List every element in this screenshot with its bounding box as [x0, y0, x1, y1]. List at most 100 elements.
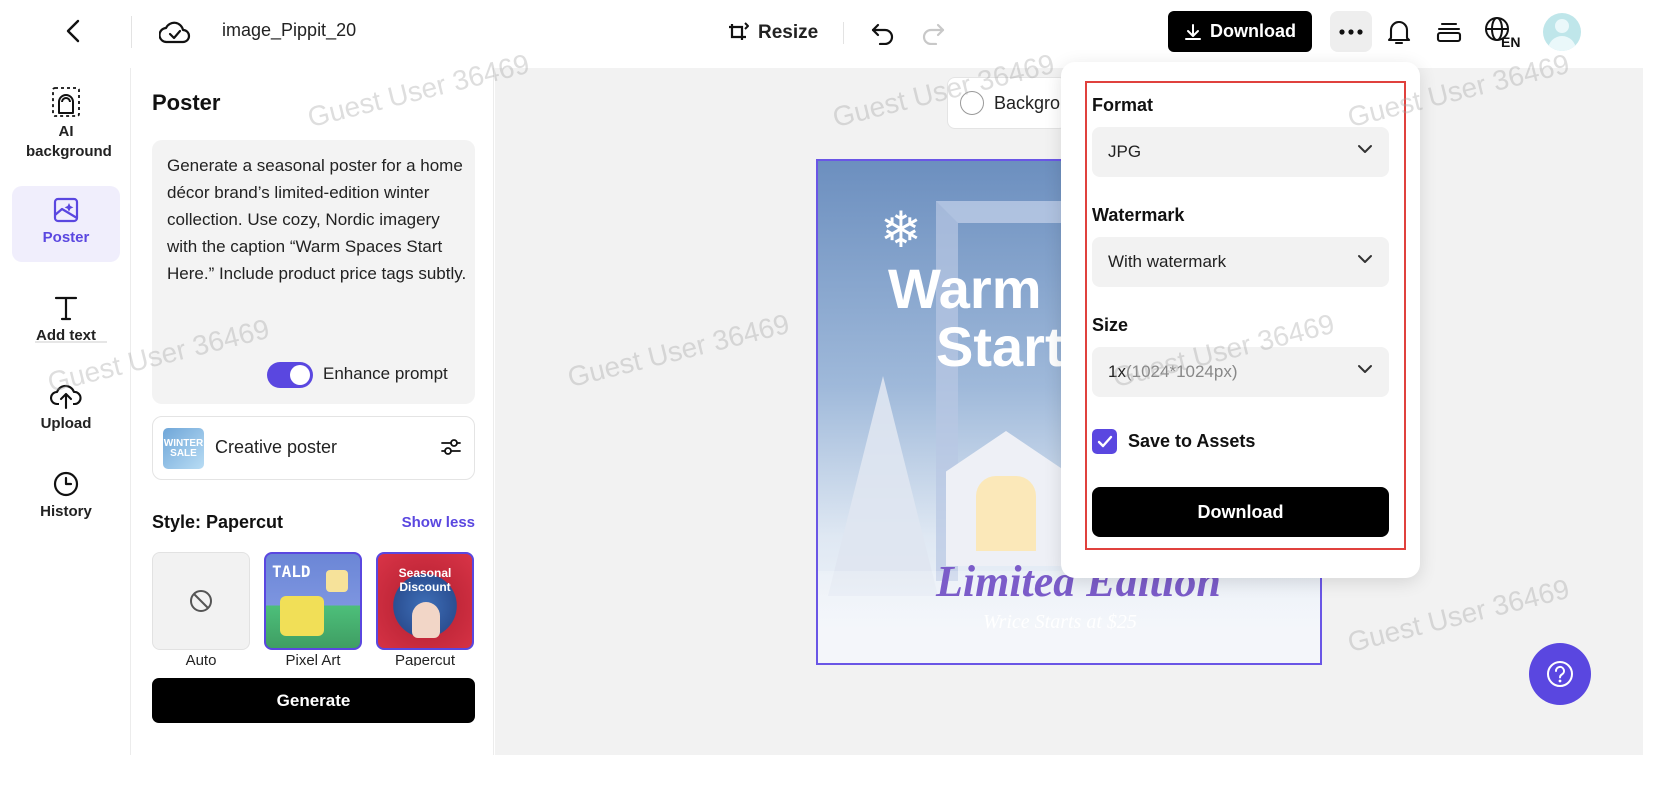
chevron-down-icon	[1358, 145, 1372, 153]
creative-poster-selector[interactable]: WINTER SALE Creative poster	[152, 416, 475, 480]
more-horizontal-icon	[1339, 28, 1363, 35]
layers-button[interactable]	[1432, 14, 1466, 50]
rail-item-upload[interactable]: Upload	[12, 382, 120, 446]
save-to-assets-checkbox[interactable]	[1092, 429, 1117, 454]
stack-icon	[1436, 22, 1462, 43]
poster-headline-2: Start	[936, 315, 1064, 378]
top-bar: image_Pippit_20 Resize Download EN	[0, 0, 1658, 68]
help-button[interactable]	[1529, 643, 1591, 705]
show-less-link[interactable]: Show less	[402, 514, 475, 531]
rail-label: History	[40, 503, 92, 520]
style-card-auto[interactable]: Auto	[152, 552, 250, 666]
question-icon	[1547, 661, 1573, 687]
ban-icon	[190, 590, 212, 612]
size-detail: (1024*1024px)	[1125, 362, 1238, 381]
size-label: Size	[1092, 315, 1129, 335]
thumb-text: Seasonal Discount	[398, 566, 452, 594]
text-icon	[54, 296, 78, 321]
redo-button[interactable]	[916, 16, 950, 50]
avatar-head	[1555, 19, 1569, 33]
download-popup: Format JPG Watermark With watermark Size…	[1061, 62, 1420, 578]
style-thumb	[152, 552, 250, 650]
language-button[interactable]: EN	[1482, 14, 1524, 50]
rail-item-add-text[interactable]: Add text	[12, 294, 120, 358]
left-tool-rail: AI background Poster Add text Upload His…	[0, 68, 131, 755]
sliders-icon[interactable]	[440, 437, 462, 457]
enhance-prompt-label: Enhance prompt	[323, 364, 448, 383]
format-label: Format	[1092, 95, 1154, 115]
file-title[interactable]: image_Pippit_20	[222, 20, 356, 41]
rail-item-poster[interactable]: Poster	[12, 186, 120, 262]
cloud-check-icon	[159, 21, 191, 44]
more-options-button[interactable]	[1330, 11, 1372, 52]
ai-background-icon	[52, 87, 80, 117]
globe-icon: EN	[1485, 17, 1520, 49]
resize-icon	[729, 22, 749, 40]
history-icon	[53, 471, 79, 497]
divider	[131, 16, 132, 48]
style-title: Style: Papercut	[152, 512, 284, 532]
divider	[843, 22, 844, 44]
download-button[interactable]: Download	[1168, 11, 1312, 52]
style-thumb: TALD	[264, 552, 362, 650]
background-chip[interactable]: Backgro	[947, 77, 1067, 129]
style-header: Style: Papercut Show less	[152, 512, 475, 536]
avatar[interactable]	[1543, 13, 1581, 51]
prompt-box[interactable]: Generate a seasonal poster for a home dé…	[152, 140, 475, 404]
check-icon	[1097, 435, 1112, 447]
format-select[interactable]: JPG	[1092, 127, 1389, 177]
popup-download-button[interactable]: Download	[1092, 487, 1389, 537]
thumb-text: TALD	[272, 562, 311, 581]
panel-title: Poster	[152, 90, 221, 115]
size-select[interactable]: 1x (1024*1024px)	[1092, 347, 1389, 397]
poster-panel: Poster Generate a seasonal poster for a …	[131, 68, 494, 755]
bell-icon	[1387, 21, 1411, 45]
upload-icon	[50, 384, 82, 410]
cloud-sync-button[interactable]	[158, 16, 192, 48]
generate-button[interactable]: Generate	[152, 678, 475, 723]
style-card-pixel-art[interactable]: TALD Pixel Art	[264, 552, 362, 666]
style-card-papercut[interactable]: Seasonal Discount Papercut	[376, 552, 474, 666]
rail-label: Upload	[40, 415, 92, 432]
enhance-prompt-toggle[interactable]	[267, 362, 313, 388]
rail-item-history[interactable]: History	[12, 470, 120, 534]
style-caption: Pixel Art	[285, 652, 341, 666]
rail-label: AI background	[26, 123, 112, 160]
resize-label: Resize	[758, 22, 819, 43]
download-icon	[1185, 23, 1201, 40]
notifications-button[interactable]	[1382, 14, 1416, 50]
poster-icon	[53, 197, 79, 223]
poster-price: Wrice Starts at $25	[983, 611, 1137, 633]
poster-snowy-tree	[828, 376, 938, 596]
rail-item-ai-background[interactable]: AI background	[12, 86, 120, 176]
resize-button[interactable]: Resize	[726, 16, 818, 50]
lantern-glow	[976, 476, 1036, 551]
papercut-figure	[412, 602, 440, 638]
watermark-select[interactable]: With watermark	[1092, 237, 1389, 287]
undo-button[interactable]	[866, 16, 900, 50]
poster-headline-1: Warm	[888, 257, 1042, 320]
avatar-body	[1548, 36, 1576, 51]
chevron-down-icon	[1358, 365, 1372, 373]
size-value: 1x	[1108, 362, 1126, 381]
back-button[interactable]	[58, 14, 88, 48]
style-cards: Auto TALD Pixel Art Seasonal Discount Pa…	[152, 552, 475, 666]
language-code: EN	[1501, 34, 1520, 49]
chevron-down-icon	[1358, 255, 1372, 263]
creative-thumbnail: WINTER SALE	[163, 428, 204, 469]
snowflake-icon: ❄	[880, 202, 922, 258]
rail-label: Add text	[36, 327, 96, 344]
style-caption: Auto	[185, 652, 217, 666]
chevron-left-icon	[66, 19, 80, 43]
prompt-textarea[interactable]: Generate a seasonal poster for a home dé…	[167, 152, 467, 287]
style-caption: Papercut	[394, 652, 456, 666]
download-label: Download	[1210, 21, 1296, 41]
format-value: JPG	[1108, 142, 1142, 161]
style-thumb: Seasonal Discount	[376, 552, 474, 650]
rail-label: Poster	[42, 229, 90, 246]
save-to-assets-label: Save to Assets	[1128, 431, 1256, 451]
watermark-value: With watermark	[1108, 252, 1227, 271]
background-chip-label: Backgro	[994, 92, 1061, 113]
circle-icon	[960, 91, 984, 115]
pixel-moon	[326, 570, 348, 592]
